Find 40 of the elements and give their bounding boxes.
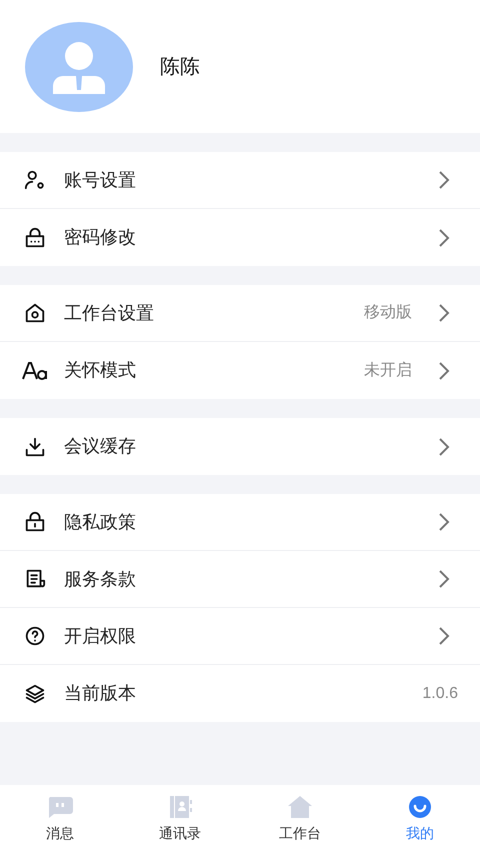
settings-row[interactable]: 当前版本 1.0.6	[0, 665, 480, 722]
chat-icon	[46, 794, 74, 818]
row-value: 移动版	[364, 303, 412, 323]
tab-label: 消息	[46, 824, 74, 842]
row-label: 隐私政策	[64, 510, 137, 534]
settings-row[interactable]: 会议缓存	[0, 418, 480, 475]
lock-icon	[24, 511, 46, 533]
layers-icon	[24, 682, 46, 704]
row-label: 会议缓存	[64, 435, 137, 458]
row-label: 服务条款	[64, 568, 137, 590]
row-label: 密码修改	[64, 226, 137, 249]
settings-row[interactable]: 关怀模式 未开启	[0, 342, 480, 399]
row-label: 工作台设置	[64, 302, 155, 324]
tab[interactable]: 我的	[360, 785, 480, 853]
settings-row[interactable]: 隐私政策	[0, 494, 480, 551]
settings-row[interactable]: 服务条款	[0, 551, 480, 608]
settings-row[interactable]: 账号设置	[0, 152, 480, 209]
row-value: 未开启	[364, 360, 412, 380]
font-size-icon	[22, 360, 48, 382]
row-label: 开启权限	[64, 624, 137, 648]
settings-row[interactable]: 开启权限	[0, 608, 480, 665]
download-icon	[24, 436, 46, 458]
row-value: 1.0.6	[422, 684, 458, 704]
tab-label: 我的	[406, 824, 434, 842]
tab[interactable]: 通讯录	[120, 785, 240, 853]
row-label: 当前版本	[64, 682, 137, 705]
help-icon	[24, 625, 46, 647]
row-label: 关怀模式	[64, 359, 137, 382]
tab[interactable]: 消息	[0, 785, 120, 853]
tab-label: 工作台	[279, 824, 321, 842]
row-label: 账号设置	[64, 168, 137, 192]
smile-icon	[408, 794, 432, 818]
home-icon	[286, 794, 314, 818]
user-name: 陈陈	[160, 54, 200, 80]
tab[interactable]: 工作台	[240, 785, 360, 853]
tab-label: 通讯录	[159, 824, 201, 842]
settings-row[interactable]: 密码修改	[0, 209, 480, 266]
settings-row[interactable]: 工作台设置 移动版	[0, 285, 480, 342]
lock-icon	[24, 226, 46, 248]
document-icon	[24, 568, 46, 590]
